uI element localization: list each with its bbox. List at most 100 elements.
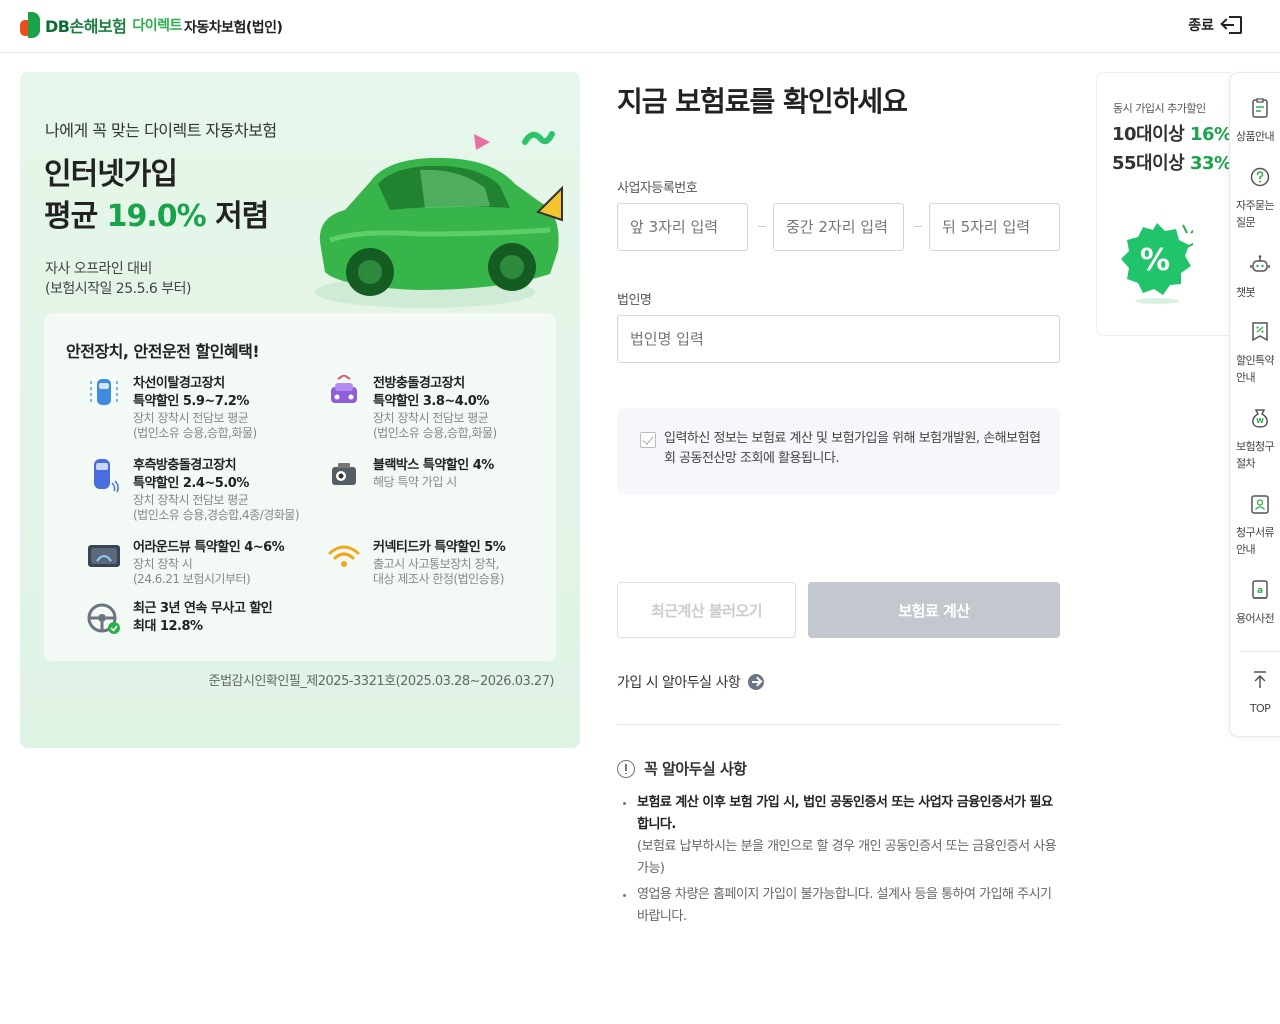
load-recent-calc-button[interactable]: 최근계산 불러오기 — [617, 582, 796, 638]
sidemenu-label: 자주묻는 질문 — [1236, 199, 1275, 229]
sidemenu-item-discount[interactable]: 할인특약 안내 — [1230, 321, 1280, 386]
promo-value-33: 33% — [1190, 153, 1232, 174]
percent-badge-icon: % — [1121, 223, 1193, 304]
promo-value-16: 16% — [1190, 124, 1232, 145]
biz-number-separator — [758, 226, 766, 227]
sidemenu-item-claim-docs[interactable]: 청구서류 안내 — [1230, 493, 1280, 558]
logo-direct-text: 다이렉트 — [132, 18, 182, 34]
exclamation-circle-icon — [617, 759, 635, 778]
green-car-illustration — [315, 131, 563, 308]
db-logo[interactable]: DB손해보험 다이렉트 — [20, 12, 182, 38]
promo-line-55: 55대이상 33% — [1112, 153, 1232, 174]
page-title: 자동차보험(법인) — [184, 20, 283, 36]
db-logo-mark-icon — [20, 12, 42, 38]
compliance-permit-text: 준법감시인확인필_제2025-3321호(2025.03.28~2026.03.… — [208, 674, 555, 689]
must-know-title-text: 꼭 알아두실 사항 — [644, 760, 747, 778]
sidemenu-divider — [1240, 651, 1280, 652]
sidemenu-item-faq[interactable]: 자주묻는 질문 — [1230, 166, 1280, 231]
banner-note-line2: (보험시작일 25.5.6 부터) — [45, 281, 192, 297]
banner-note-line1: 자사 오프라인 대비 — [45, 261, 152, 277]
claim-docs-icon — [1251, 495, 1269, 514]
benefit-desc: 장치 장착시 전담보 평균 (법인소유 승용,경승합,4종/경화물) — [133, 493, 300, 522]
promo-banner: 나에게 꼭 맞는 다이렉트 자동차보험 인터넷가입 평균 19.0% 저렴 자사… — [20, 72, 580, 748]
scroll-top-button[interactable]: TOP — [1230, 669, 1280, 717]
glossary-icon: a — [1252, 580, 1268, 599]
benefit-desc: 장치 장착시 전담보 평균 (법인소유 승용,승합,화물) — [373, 411, 497, 440]
benefit-desc: 해당 특약 가입 시 — [373, 475, 457, 489]
sidemenu-item-glossary[interactable]: a 용어사전 — [1230, 579, 1280, 627]
benefit-title: 차선이탈경고장치 특약할인 5.9~7.2% — [133, 376, 249, 409]
benefits-title: 안전장치, 안전운전 할인혜택! — [66, 342, 260, 361]
enrollment-info-link[interactable]: 가입 시 알아두실 사항 — [617, 672, 765, 692]
corp-name-input[interactable] — [617, 315, 1060, 363]
svg-text:W: W — [1256, 417, 1264, 425]
benefit-desc: 출고시 사고통보장치 장착, 대상 제조사 한정(법인승용) — [373, 557, 504, 586]
logo-company-text: 손해보험 — [69, 17, 127, 36]
sidemenu-label: 청구서류 안내 — [1236, 526, 1275, 556]
sidemenu-label: 챗봇 — [1236, 286, 1256, 299]
consent-notice: 입력하신 정보는 보험료 계산 및 보험가입을 위해 보험개발원, 손해보험협회… — [617, 408, 1060, 494]
benefit-title: 최근 3년 연속 무사고 할인 최대 12.8% — [133, 601, 273, 634]
enrollment-info-label: 가입 시 알아두실 사항 — [617, 675, 741, 691]
benefit-title: 커넥티드카 특약할인 5% — [373, 540, 506, 555]
blackbox-icon — [332, 463, 356, 485]
banner-headline: 인터넷가입 평균 19.0% 저렴 — [44, 154, 269, 238]
sidemenu-item-product[interactable]: 상품안내 — [1230, 97, 1280, 145]
benefit-title: 전방충돌경고장치 특약할인 3.8~4.0% — [373, 376, 489, 409]
biz-number-first-input[interactable] — [617, 203, 748, 251]
sidemenu-item-chatbot[interactable]: 챗봇 — [1230, 253, 1280, 301]
benefit-title: 어라운드뷰 특약할인 4~6% — [133, 540, 285, 555]
section-divider — [617, 724, 1060, 725]
benefits-card: 안전장치, 안전운전 할인혜택! 차선이탈경고장치 특약할인 5.9~7.2% … — [44, 313, 556, 661]
discount-icon — [1252, 322, 1268, 342]
exit-button[interactable]: 종료 — [1188, 15, 1242, 35]
consent-checkbox[interactable] — [640, 432, 656, 448]
product-guide-icon — [1252, 98, 1268, 118]
exit-icon — [1220, 15, 1242, 35]
must-know-title: 꼭 알아두실 사항 — [617, 758, 747, 779]
must-know-item-sub: (보험료 납부하시는 분을 개인으로 할 경우 개인 공동인증서 또는 금융인증… — [637, 839, 1057, 876]
quick-menu: 상품안내 자주묻는 질문 챗봇 할인특약 안내 W 보험청구 절차 청구서류 안… — [1229, 72, 1280, 737]
sidemenu-label: 할인특약 안내 — [1236, 354, 1275, 384]
promo-subtitle: 동시 가입시 추가할인 — [1113, 102, 1206, 115]
biz-number-last-input[interactable] — [929, 203, 1060, 251]
around-view-icon — [88, 545, 120, 567]
biz-number-middle-input[interactable] — [773, 203, 904, 251]
biz-number-label: 사업자등록번호 — [617, 181, 698, 196]
rear-collision-icon — [94, 459, 119, 493]
forward-collision-icon — [331, 375, 357, 403]
benefit-title: 블랙박스 특약할인 4% — [373, 458, 494, 473]
steering-wheel-icon — [87, 603, 120, 634]
sidemenu-item-claim-process[interactable]: W 보험청구 절차 — [1230, 407, 1280, 472]
sidemenu-label: 보험청구 절차 — [1236, 440, 1275, 470]
sidemenu-label: 상품안내 — [1236, 130, 1275, 143]
headline-discount-value: 19.0% — [106, 199, 207, 234]
scroll-top-label: TOP — [1249, 702, 1271, 715]
list-item: 보험료 계산 이후 보험 가입 시, 법인 공동인증서 또는 사업자 금융인증서… — [621, 792, 1061, 880]
list-item: 영업용 차량은 홈페이지 가입이 불가능합니다. 설계사 등을 통하여 가입해 … — [621, 884, 1061, 928]
headline-suffix: 저렴 — [205, 199, 269, 234]
benefit-title: 후측방충돌경고장치 특약할인 2.4~5.0% — [133, 458, 249, 491]
claim-process-icon: W — [1252, 409, 1268, 428]
promo-line-10: 10대이상 16% — [1112, 124, 1232, 145]
banner-headline-line1: 인터넷가입 — [44, 157, 178, 192]
svg-text:a: a — [1257, 586, 1263, 596]
must-know-item-strong: 보험료 계산 이후 보험 가입 시, 법인 공동인증서 또는 사업자 금융인증서… — [637, 795, 1053, 832]
sidemenu-label: 용어사전 — [1236, 612, 1275, 625]
logo-db-text: DB — [45, 17, 70, 36]
fleet-discount-promo[interactable]: 동시 가입시 추가할인 10대이상 16% 55대이상 33% % — [1096, 72, 1236, 336]
banner-subtitle: 나에게 꼭 맞는 다이렉트 자동차보험 — [45, 121, 277, 140]
lane-departure-icon — [90, 379, 118, 405]
faq-icon — [1250, 167, 1270, 187]
arrow-up-icon — [1254, 671, 1266, 688]
top-header: DB손해보험 다이렉트 자동차보험(법인) 종료 — [0, 0, 1280, 53]
must-know-list: 보험료 계산 이후 보험 가입 시, 법인 공동인증서 또는 사업자 금융인증서… — [621, 792, 1061, 932]
arrow-right-circle-icon — [748, 674, 765, 690]
svg-text:%: % — [1140, 243, 1170, 278]
benefit-desc: 장치 장착 시 (24.6.21 보험시기부터) — [133, 557, 251, 586]
form-title: 지금 보험료를 확인하세요 — [617, 85, 908, 118]
connected-car-icon — [328, 545, 360, 567]
consent-text: 입력하신 정보는 보험료 계산 및 보험가입을 위해 보험개발원, 손해보험협회… — [664, 431, 1041, 466]
calculate-premium-button[interactable]: 보험료 계산 — [808, 582, 1060, 638]
chatbot-icon — [1250, 255, 1270, 272]
